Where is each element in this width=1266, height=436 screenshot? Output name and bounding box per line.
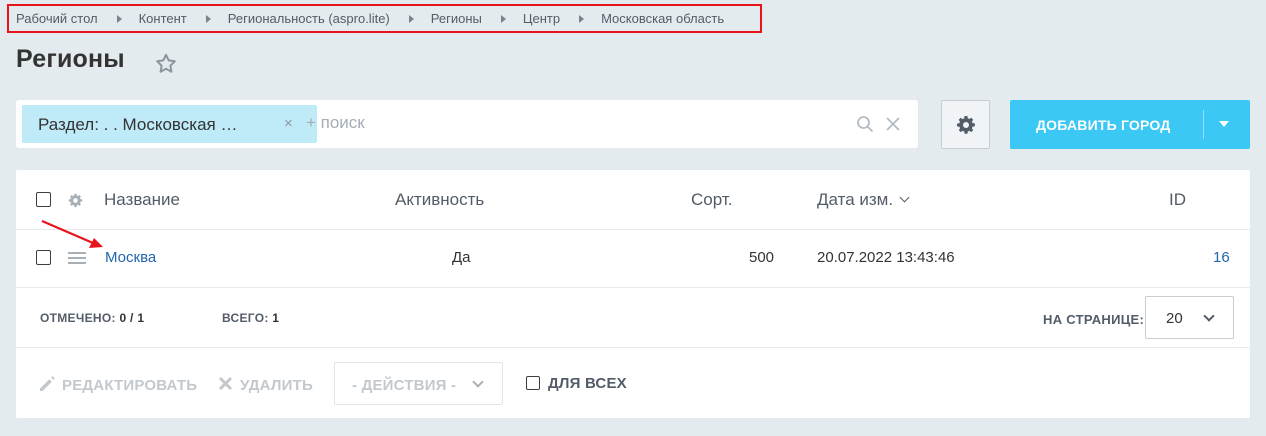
filter-tag-label: Раздел: . . Московская … [38, 115, 238, 134]
per-page-value: 20 [1166, 310, 1183, 327]
breadcrumb: Рабочий стол Контент Региональность (asp… [7, 4, 762, 33]
search-input[interactable]: + поиск [306, 113, 365, 133]
breadcrumb-item-regions[interactable]: Регионы [431, 11, 482, 26]
star-icon[interactable] [154, 52, 178, 76]
selected-counter: ОТМЕЧЕНО: 0 / 1 [40, 311, 144, 325]
per-page-select[interactable]: 20 [1145, 296, 1234, 339]
column-header-sort[interactable]: Сорт. [691, 190, 732, 210]
regions-grid: Название Активность Сорт. Дата изм. ID М… [16, 170, 1250, 418]
chevron-down-icon [472, 376, 484, 388]
cell-id-link[interactable]: 16 [1213, 249, 1230, 266]
gear-icon[interactable] [68, 193, 83, 208]
chevron-down-icon[interactable] [1219, 121, 1229, 127]
sort-desc-icon [899, 192, 910, 203]
row-divider [16, 347, 1250, 348]
breadcrumb-separator-icon [500, 14, 506, 23]
button-divider [1203, 110, 1204, 139]
row-divider [16, 229, 1250, 230]
filter-tag-close-icon[interactable]: × [284, 116, 293, 132]
total-value: 1 [272, 311, 280, 325]
breadcrumb-item-center[interactable]: Центр [523, 11, 560, 26]
breadcrumb-item-moscow-region[interactable]: Московская область [601, 11, 724, 26]
cell-active: Да [452, 249, 471, 266]
page-title: Регионы [16, 45, 125, 73]
settings-button[interactable] [941, 100, 990, 149]
search-icon[interactable] [856, 115, 874, 133]
breadcrumb-separator-icon [408, 14, 414, 23]
actions-select-label: - ДЕЙСТВИЯ - [352, 377, 457, 394]
cell-sort: 500 [749, 249, 775, 266]
breadcrumb-item-content[interactable]: Контент [139, 11, 187, 26]
add-city-button-label: ДОБАВИТЬ ГОРОД [1036, 117, 1171, 133]
breadcrumb-separator-icon [116, 14, 122, 23]
breadcrumb-item-desktop[interactable]: Рабочий стол [16, 11, 98, 26]
column-header-active[interactable]: Активность [395, 190, 484, 210]
actions-select[interactable]: - ДЕЙСТВИЯ - [334, 362, 503, 405]
edit-button[interactable]: РЕДАКТИРОВАТЬ [62, 377, 197, 394]
per-page-label: НА СТРАНИЦЕ: [1043, 312, 1145, 327]
column-header-date-label: Дата изм. [817, 190, 894, 209]
selected-label: ОТМЕЧЕНО: [40, 311, 116, 325]
add-city-button[interactable]: ДОБАВИТЬ ГОРОД [1010, 100, 1250, 149]
selected-value: 0 / 1 [119, 311, 145, 325]
total-label: ВСЕГО: [222, 311, 269, 325]
pencil-icon [40, 376, 55, 391]
drag-handle-icon[interactable] [68, 251, 86, 265]
for-all-label[interactable]: ДЛЯ ВСЕХ [548, 375, 627, 392]
total-counter: ВСЕГО: 1 [222, 311, 279, 325]
column-header-date[interactable]: Дата изм. [817, 190, 910, 210]
row-checkbox[interactable] [36, 250, 51, 265]
clear-icon[interactable] [885, 116, 901, 132]
chevron-down-icon [1203, 310, 1215, 322]
breadcrumb-separator-icon [205, 14, 211, 23]
breadcrumb-separator-icon [579, 14, 585, 23]
delete-button[interactable]: УДАЛИТЬ [240, 377, 313, 394]
gear-icon [957, 116, 975, 134]
column-header-id[interactable]: ID [1169, 190, 1186, 210]
column-header-name[interactable]: Название [104, 190, 180, 210]
row-divider [16, 287, 1250, 288]
filter-bar[interactable]: Раздел: . . Московская … × + поиск [16, 100, 918, 148]
breadcrumb-item-regionality[interactable]: Региональность (aspro.lite) [228, 11, 390, 26]
delete-x-icon [218, 376, 233, 391]
for-all-checkbox[interactable] [526, 376, 540, 390]
region-name-link[interactable]: Москва [105, 249, 156, 266]
cell-date: 20.07.2022 13:43:46 [817, 249, 955, 266]
select-all-checkbox[interactable] [36, 192, 51, 207]
filter-tag[interactable]: Раздел: . . Московская … × [22, 105, 317, 143]
